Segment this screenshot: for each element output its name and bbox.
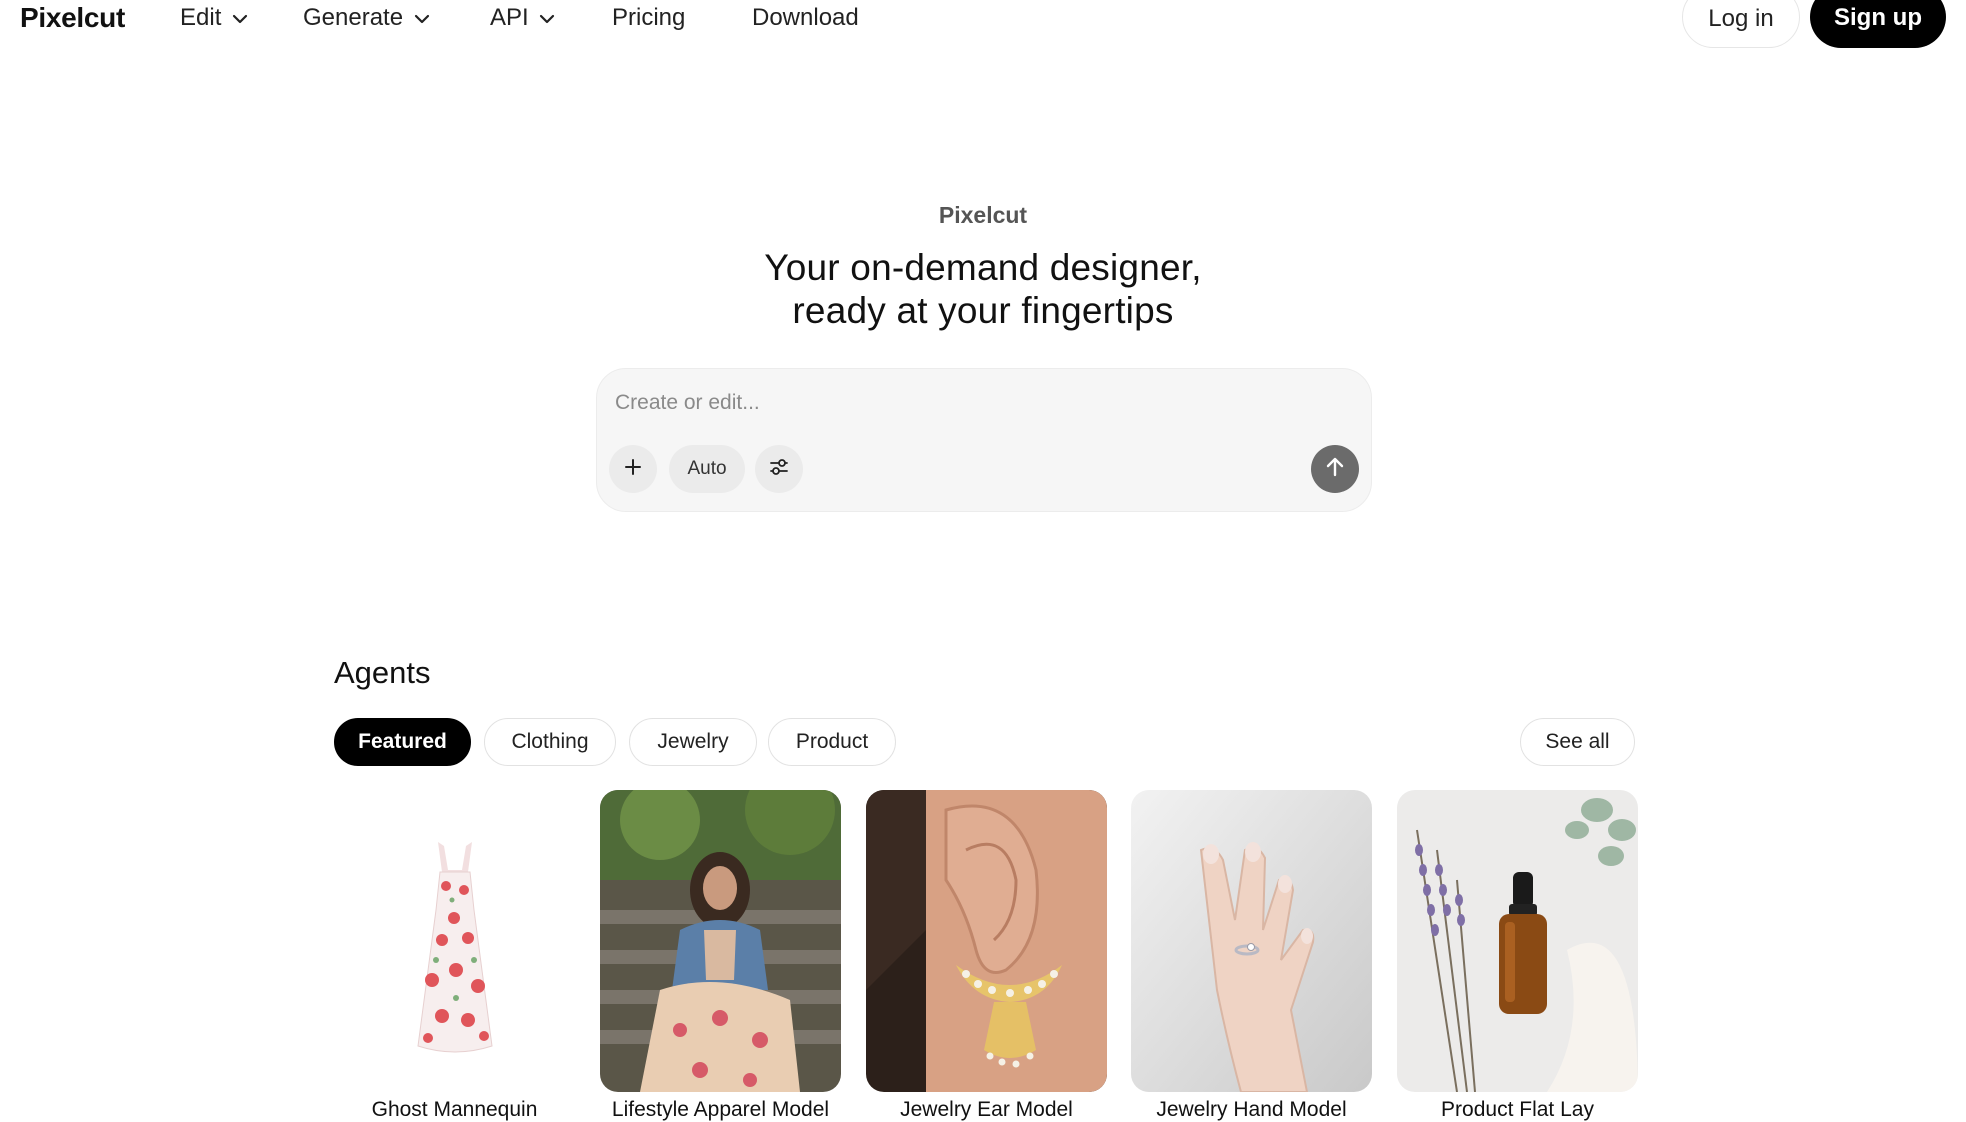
filter-chip-product[interactable]: Product (768, 718, 896, 766)
mode-selector[interactable]: Auto (669, 445, 745, 493)
nav-item-label: API (490, 4, 529, 31)
card-label: Product Flat Lay (1441, 1098, 1594, 1121)
hero-title-line: Your on-demand designer, (764, 247, 1202, 288)
nav-item-label: Download (752, 4, 859, 31)
chevron-down-icon (539, 0, 555, 35)
arrow-up-icon (1325, 456, 1345, 483)
hero-title-line: ready at your fingertips (792, 290, 1174, 331)
woman-on-stairs-image (600, 790, 841, 1092)
settings-button[interactable] (755, 445, 803, 493)
agent-card-lifestyle-apparel-model[interactable]: Lifestyle Apparel Model (600, 790, 841, 1122)
card-image (1397, 790, 1638, 1092)
nav-item-api[interactable]: API (490, 0, 555, 36)
agent-card-jewelry-hand-model[interactable]: Jewelry Hand Model (1131, 790, 1372, 1122)
nav-item-label: Pricing (612, 4, 686, 31)
hand-with-ring-image (1131, 790, 1372, 1092)
signup-button[interactable]: Sign up (1810, 0, 1946, 48)
nav-item-label: Generate (303, 4, 404, 31)
nav-item-label: Edit (180, 4, 222, 31)
agents-heading: Agents (334, 655, 431, 690)
page: Pixelcut Edit Generate API Pricing Downl… (0, 0, 1966, 1122)
nav-item-edit[interactable]: Edit (180, 0, 248, 36)
ear-with-earring-image (866, 790, 1107, 1092)
nav-item-download[interactable]: Download (752, 0, 859, 36)
agent-card-ghost-mannequin[interactable]: Ghost Mannequin (334, 790, 575, 1122)
sliders-icon (768, 456, 790, 483)
nav-item-generate[interactable]: Generate (303, 0, 430, 36)
send-button[interactable] (1311, 445, 1359, 493)
filter-chip-featured[interactable]: Featured (334, 718, 471, 766)
see-all-button[interactable]: See all (1520, 718, 1635, 766)
card-label: Lifestyle Apparel Model (611, 1098, 830, 1121)
hero-title: Your on-demand designer, ready at your f… (0, 246, 1966, 332)
logo[interactable]: Pixelcut (20, 0, 125, 36)
plus-icon (624, 458, 642, 481)
card-image (1131, 790, 1372, 1092)
chevron-down-icon (232, 0, 248, 35)
nav-item-pricing[interactable]: Pricing (612, 0, 685, 36)
agent-card-product-flat-lay[interactable]: Product Flat Lay (1397, 790, 1638, 1122)
filter-chip-clothing[interactable]: Clothing (484, 718, 616, 766)
prompt-input[interactable] (615, 387, 1315, 419)
card-image (866, 790, 1107, 1092)
card-label: Jewelry Hand Model (1156, 1098, 1347, 1121)
login-button[interactable]: Log in (1682, 0, 1800, 48)
card-image (600, 790, 841, 1092)
top-nav: Pixelcut Edit Generate API Pricing Downl… (0, 0, 1966, 50)
serum-bottle-lavender-image (1397, 790, 1638, 1092)
card-image (334, 790, 575, 1092)
prompt-box: Auto (596, 368, 1372, 512)
floral-dress-image (334, 790, 575, 1092)
hero-kicker: Pixelcut (938, 202, 1028, 228)
chevron-down-icon (414, 0, 430, 35)
add-attachment-button[interactable] (609, 445, 657, 493)
agent-card-jewelry-ear-model[interactable]: Jewelry Ear Model (866, 790, 1107, 1122)
card-label: Jewelry Ear Model (900, 1098, 1073, 1121)
filter-chip-jewelry[interactable]: Jewelry (629, 718, 757, 766)
card-label: Ghost Mannequin (371, 1098, 538, 1121)
